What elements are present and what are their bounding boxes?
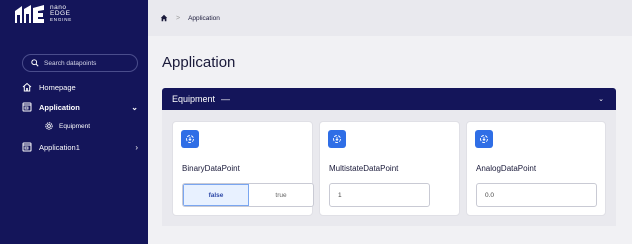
datapoint-label: AnalogDataPoint — [476, 164, 537, 173]
toggle-option-false[interactable]: false — [183, 184, 249, 206]
datapoint-card-binary: BinaryDataPoint false true — [172, 121, 314, 216]
sidebar-item-label: Equipment — [59, 122, 91, 130]
home-icon — [22, 82, 32, 92]
multistate-input[interactable]: 1 — [329, 183, 430, 207]
app-window-icon — [22, 142, 32, 152]
sidebar-item-homepage[interactable]: Homepage — [22, 82, 140, 92]
chevron-right-icon[interactable]: › — [135, 143, 138, 152]
datapoint-icon — [333, 135, 341, 143]
chevron-down-icon[interactable]: ⌄ — [131, 103, 138, 112]
app-window-icon — [22, 102, 32, 112]
sidebar-item-label: Application — [39, 102, 80, 112]
sidebar-item-label: Application1 — [39, 142, 80, 152]
breadcrumb-separator: > — [176, 14, 181, 22]
logo-text: nano EDGE ENGINE — [50, 4, 73, 23]
datapoint-card-analog: AnalogDataPoint 0.0 — [466, 121, 606, 216]
datapoint-card-multistate: MultistateDataPoint 1 — [319, 121, 460, 216]
panel-title: Equipment — [172, 94, 216, 104]
analog-input[interactable]: 0.0 — [476, 183, 597, 207]
logo-mark-icon — [15, 5, 44, 23]
panel-title-dash: — — [221, 94, 231, 104]
breadcrumb: > Application — [148, 0, 632, 36]
logo: nano EDGE ENGINE — [14, 4, 72, 24]
datapoint-settings-button[interactable] — [475, 130, 493, 148]
panel-header-equipment[interactable]: Equipment — ⌄ — [162, 88, 616, 110]
logo-line-3: ENGINE — [50, 17, 73, 22]
breadcrumb-current[interactable]: Application — [188, 15, 220, 22]
datapoint-label: MultistateDataPoint — [329, 164, 399, 173]
page-title: Application — [162, 54, 236, 71]
sidebar-item-equipment[interactable]: Equipment — [44, 121, 90, 131]
datapoint-icon — [480, 135, 488, 143]
datapoint-label: BinaryDataPoint — [182, 164, 240, 173]
search-box[interactable] — [22, 54, 138, 72]
binary-toggle[interactable]: false true — [182, 183, 314, 207]
toggle-option-true[interactable]: true — [249, 184, 313, 206]
chevron-down-icon[interactable]: ⌄ — [598, 95, 604, 103]
search-input[interactable] — [44, 59, 134, 67]
home-icon[interactable] — [160, 14, 168, 22]
gear-icon — [45, 122, 53, 130]
search-icon — [31, 59, 39, 67]
sidebar-item-label: Homepage — [39, 82, 76, 92]
datapoint-settings-button[interactable] — [181, 130, 199, 148]
sidebar-item-application1[interactable]: Application1 › — [22, 142, 140, 152]
sidebar-item-application[interactable]: Application ⌄ — [22, 102, 140, 112]
datapoint-settings-button[interactable] — [328, 130, 346, 148]
sidebar: nano EDGE ENGINE Homepage Application ⌄ — [0, 0, 148, 244]
datapoint-icon — [186, 135, 194, 143]
